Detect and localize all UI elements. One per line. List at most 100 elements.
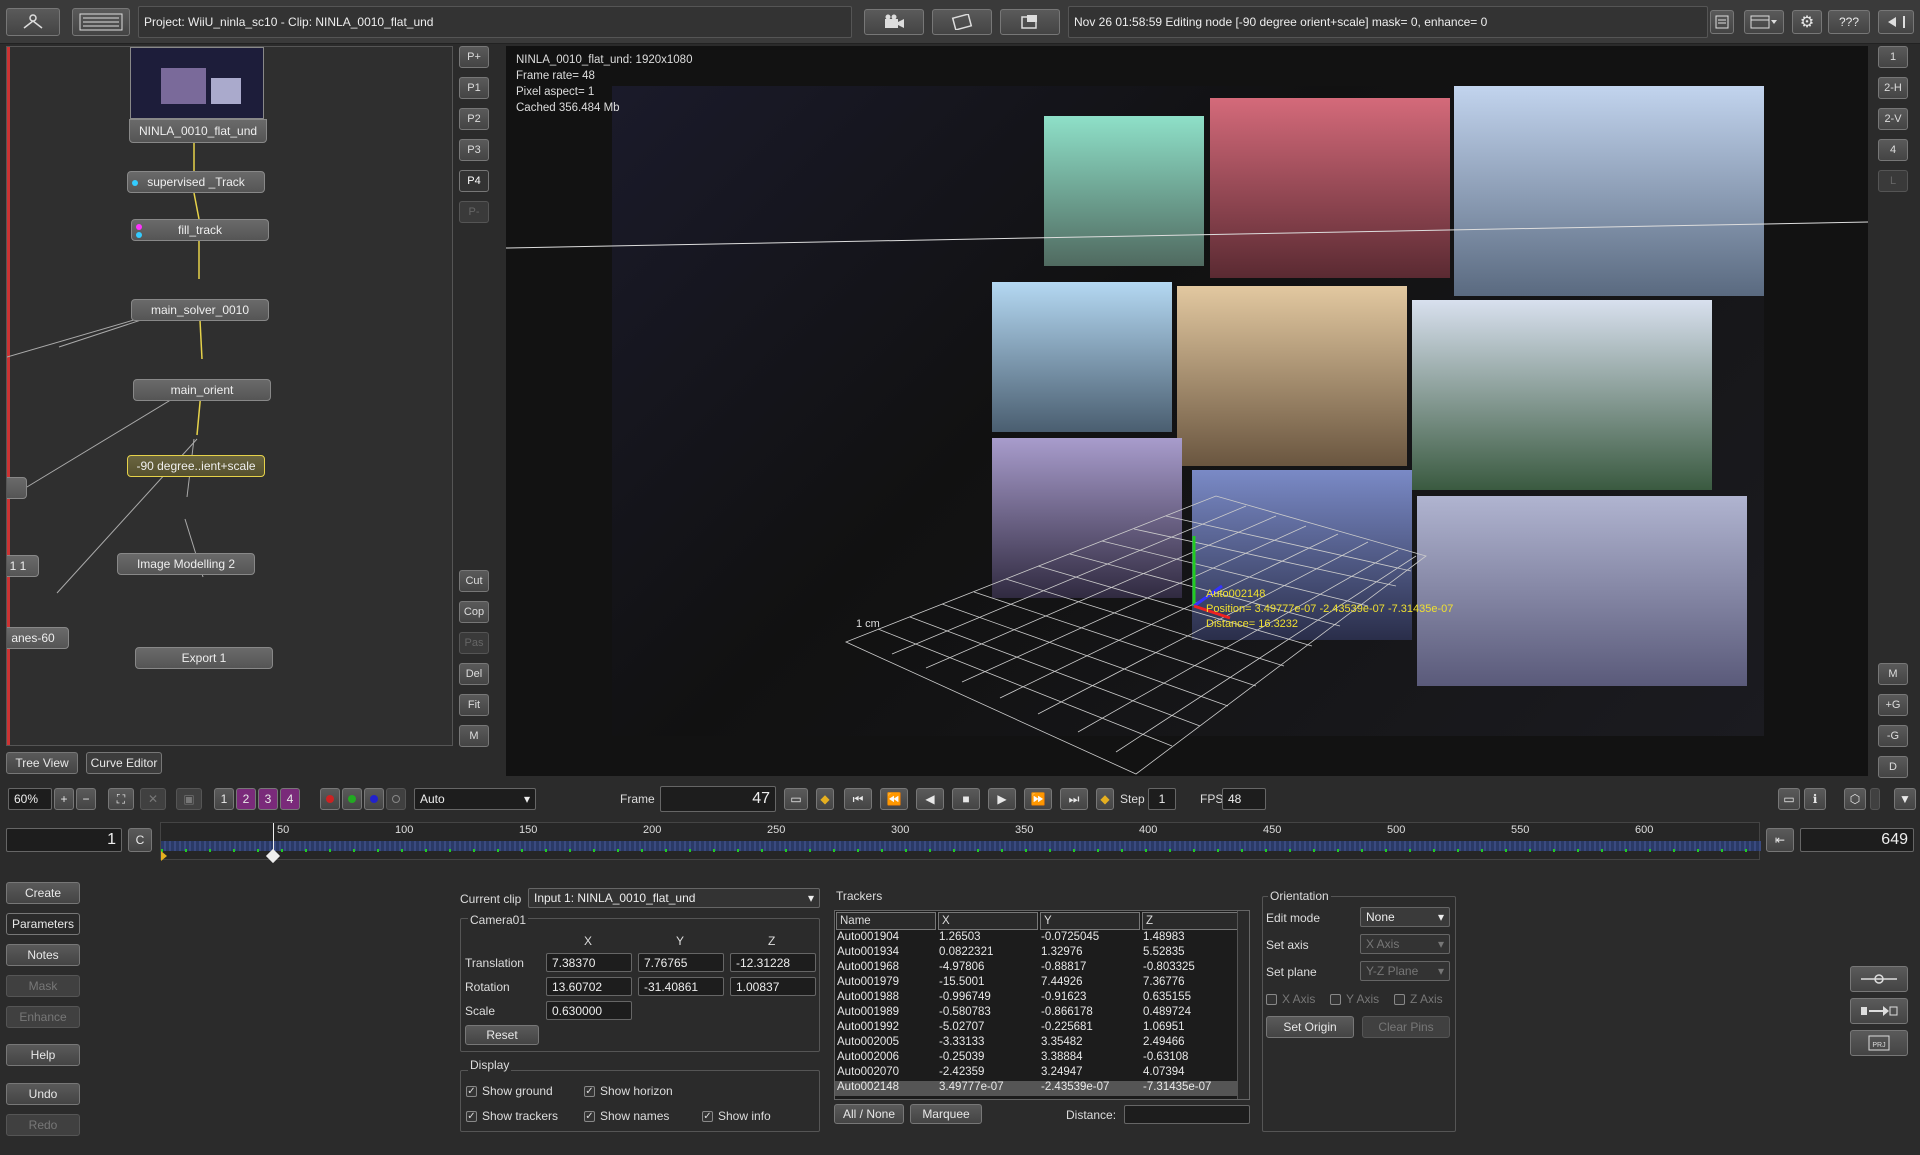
translation-y-field[interactable]: 7.76765 xyxy=(638,953,724,972)
translation-x-field[interactable]: 7.38370 xyxy=(546,953,632,972)
enhance-button[interactable]: Enhance xyxy=(6,1006,80,1028)
undo-button[interactable]: Undo xyxy=(6,1083,80,1105)
play-back-icon[interactable]: ◀ xyxy=(916,788,944,810)
macro-button[interactable]: M xyxy=(459,725,489,747)
show-horizon-checkbox[interactable]: ✓ Show horizon xyxy=(584,1084,673,1098)
3d-view-icon[interactable]: ⬡ xyxy=(1844,788,1866,810)
preset-remove-button[interactable]: P- xyxy=(459,201,489,223)
table-row[interactable]: Auto002070 -2.42359 3.24947 4.07394 xyxy=(835,1066,1249,1081)
keyframe-icon[interactable]: ◆ xyxy=(816,788,834,810)
film-icon[interactable] xyxy=(932,9,992,35)
green-channel-icon[interactable] xyxy=(342,788,362,810)
mask-mode-button[interactable]: M xyxy=(1878,663,1908,685)
node-fill-track[interactable]: fill_track xyxy=(131,219,269,241)
rotation-y-field[interactable]: -31.40861 xyxy=(638,977,724,996)
delete-mask-button[interactable]: D xyxy=(1878,756,1908,778)
view-2-button[interactable]: 2 xyxy=(236,788,256,810)
go-end-icon[interactable]: ⏭ xyxy=(1060,788,1088,810)
trackers-scrollbar[interactable] xyxy=(1237,911,1249,1099)
node-image-modelling[interactable]: Image Modelling 2 xyxy=(117,553,255,575)
list-view-icon[interactable] xyxy=(72,8,130,36)
show-names-checkbox[interactable]: ✓ Show names xyxy=(584,1109,669,1123)
layout-lock-button[interactable]: L xyxy=(1878,170,1908,192)
cut-button[interactable]: Cut xyxy=(459,570,489,592)
table-row[interactable]: Auto001968 -4.97806 -0.88817 -0.803325 xyxy=(835,961,1249,976)
project-file-icon[interactable]: PRJ xyxy=(1850,1030,1908,1056)
node-tree[interactable]: NINLA_0010_flat_und supervised _Track fi… xyxy=(6,46,453,746)
set-axis-select[interactable]: X Axis ▾ xyxy=(1360,934,1450,954)
grow-button[interactable]: +G xyxy=(1878,694,1908,716)
delete-button[interactable]: Del xyxy=(459,663,489,685)
header-x[interactable]: X xyxy=(938,912,1038,930)
tab-tree-view[interactable]: Tree View xyxy=(6,752,78,774)
layout-2v-button[interactable]: 2-V xyxy=(1878,108,1908,130)
distance-field[interactable] xyxy=(1124,1105,1250,1124)
info-icon[interactable]: ℹ xyxy=(1804,788,1826,810)
gear-icon[interactable]: ⚙ xyxy=(1792,10,1822,34)
node-orient-scale[interactable]: -90 degree..ient+scale xyxy=(127,455,265,477)
node-offscreen-planes[interactable]: anes-60 xyxy=(7,627,69,649)
x-axis-checkbox[interactable]: X Axis xyxy=(1266,992,1315,1006)
header-name[interactable]: Name xyxy=(836,912,936,930)
node-clip[interactable]: NINLA_0010_flat_und xyxy=(129,119,267,143)
collapse-icon[interactable]: ▼ xyxy=(1894,788,1916,810)
y-axis-checkbox[interactable]: Y Axis xyxy=(1330,992,1379,1006)
table-row[interactable]: Auto001979 -15.5001 7.44926 7.36776 xyxy=(835,976,1249,991)
next-keyframe-icon[interactable]: ◆ xyxy=(1096,788,1114,810)
range-start-marker-icon[interactable] xyxy=(161,851,167,861)
range-end-field[interactable]: 649 xyxy=(1800,828,1914,852)
scale-field[interactable]: 0.630000 xyxy=(546,1001,632,1020)
layout-2h-button[interactable]: 2-H xyxy=(1878,77,1908,99)
preset-3-button[interactable]: P3 xyxy=(459,139,489,161)
view-1-button[interactable]: 1 xyxy=(214,788,234,810)
timeline-track[interactable]: 50 100 150 200 250 300 350 400 450 500 5… xyxy=(160,822,1761,864)
frame-field[interactable]: 47 xyxy=(660,786,776,812)
notes-button[interactable]: Notes xyxy=(6,944,80,966)
fit-view-icon[interactable]: ⛶ xyxy=(108,788,134,810)
create-button[interactable]: Create xyxy=(6,882,80,904)
3d-option-icon[interactable] xyxy=(1870,788,1880,810)
export-frame-icon[interactable] xyxy=(1000,9,1060,35)
node-offscreen-1[interactable]: 1 1 xyxy=(7,555,39,577)
range-start-field[interactable]: 1 xyxy=(6,828,122,852)
help-button[interactable]: ??? xyxy=(1828,10,1870,34)
show-info-checkbox[interactable]: ✓ Show info xyxy=(702,1109,771,1123)
table-row[interactable]: Auto001904 1.26503 -0.0725045 1.48983 xyxy=(835,931,1249,946)
rotation-x-field[interactable]: 13.60702 xyxy=(546,977,632,996)
preset-2-button[interactable]: P2 xyxy=(459,108,489,130)
help-doc-button[interactable]: Help xyxy=(6,1044,80,1066)
clear-pins-button[interactable]: Clear Pins xyxy=(1362,1016,1450,1038)
z-axis-checkbox[interactable]: Z Axis xyxy=(1394,992,1443,1006)
preset-4-button[interactable]: P4 xyxy=(459,170,489,192)
all-none-button[interactable]: All / None xyxy=(834,1104,904,1124)
show-ground-checkbox[interactable]: ✓ Show ground xyxy=(466,1084,553,1098)
node-main-orient[interactable]: main_orient xyxy=(133,379,271,401)
table-row[interactable]: Auto002005 -3.33133 3.35482 2.49466 xyxy=(835,1036,1249,1051)
reset-button[interactable]: Reset xyxy=(465,1025,539,1045)
alpha-channel-icon[interactable] xyxy=(386,788,406,810)
tab-curve-editor[interactable]: Curve Editor xyxy=(86,752,162,774)
paste-button[interactable]: Pas xyxy=(459,632,489,654)
set-origin-button[interactable]: Set Origin xyxy=(1266,1016,1354,1038)
lock-view-icon[interactable]: ▣ xyxy=(176,788,202,810)
node-offscreen[interactable] xyxy=(7,477,27,499)
viewer[interactable]: NINLA_0010_flat_und: 1920x1080 Frame rat… xyxy=(506,46,1868,776)
view-4-button[interactable]: 4 xyxy=(280,788,300,810)
fit-button[interactable]: Fit xyxy=(459,694,489,716)
step-field[interactable]: 1 xyxy=(1148,788,1176,810)
layout-menu-icon[interactable] xyxy=(1744,10,1784,34)
camera-icon[interactable] xyxy=(864,9,924,35)
display-mode-select[interactable]: Auto ▾ xyxy=(414,788,536,810)
rotation-z-field[interactable]: 1.00837 xyxy=(730,977,816,996)
fps-field[interactable]: 48 xyxy=(1222,788,1266,810)
marquee-button[interactable]: Marquee xyxy=(910,1104,982,1124)
node-main-solver[interactable]: main_solver_0010 xyxy=(131,299,269,321)
overscan-icon[interactable]: ▭ xyxy=(1778,788,1800,810)
next-key-icon[interactable]: ⏩ xyxy=(1024,788,1052,810)
table-row[interactable]: Auto002148 3.49777e-07 -2.43539e-07 -7.3143… xyxy=(835,1081,1249,1096)
table-row[interactable]: Auto002006 -0.25039 3.38884 -0.63108 xyxy=(835,1051,1249,1066)
table-row[interactable]: Auto001989 -0.580783 -0.866178 0.489724 xyxy=(835,1006,1249,1021)
set-plane-select[interactable]: Y-Z Plane ▾ xyxy=(1360,961,1450,981)
view-3-button[interactable]: 3 xyxy=(258,788,278,810)
layout-4-button[interactable]: 4 xyxy=(1878,139,1908,161)
